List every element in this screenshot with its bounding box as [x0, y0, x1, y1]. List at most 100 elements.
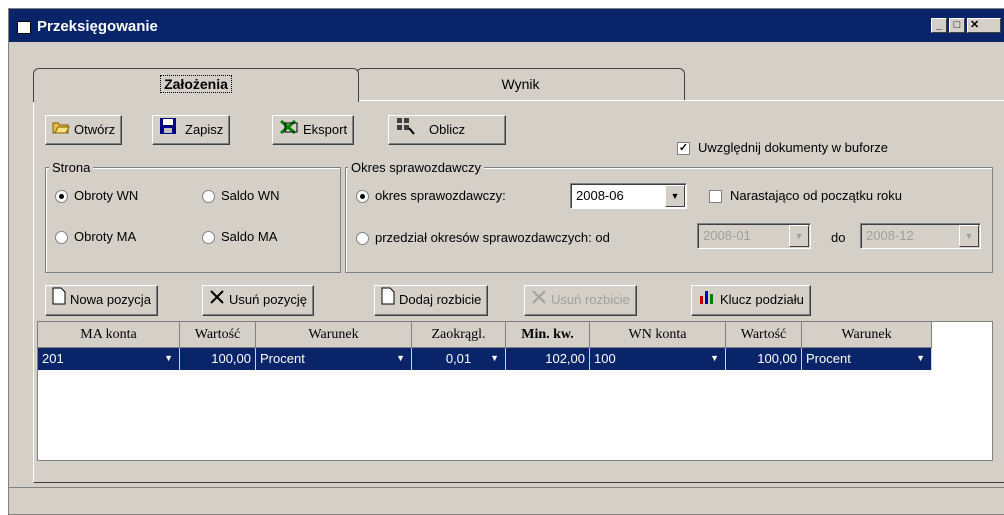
cell-wartosc-wn[interactable]: 100,00	[726, 348, 802, 370]
title-bar: Przeksięgowanie _ □ ✕	[9, 9, 1004, 42]
radio-empty-icon	[202, 231, 215, 245]
radio-obroty-wn-label: Obroty WN	[74, 188, 139, 203]
tab-wynik-label: Wynik	[501, 76, 540, 92]
radio-okres-range-label: przedział okresów sprawozdawczych: od	[375, 230, 610, 245]
save-label: Zapisz	[185, 122, 224, 137]
maximize-button[interactable]: □	[949, 18, 965, 33]
export-label: Eksport	[303, 122, 348, 137]
col-header-wartosc[interactable]: Wartość	[180, 322, 256, 348]
col-header-min-kw[interactable]: Min. kw.	[506, 322, 590, 348]
cell-min-kw[interactable]: 102,00	[506, 348, 590, 370]
strona-legend: Strona	[49, 160, 94, 175]
new-document-icon	[381, 287, 395, 315]
tab-wynik[interactable]: Wynik	[356, 68, 685, 100]
chevron-down-icon[interactable]: ▼	[396, 348, 405, 369]
col-header-warunek-wn[interactable]: Warunek	[802, 322, 932, 348]
floppy-disk-icon	[159, 117, 177, 145]
new-document-icon	[52, 287, 66, 315]
cell-ma-konta-value: 201	[42, 351, 64, 366]
export-icon	[279, 117, 299, 145]
chevron-down-icon[interactable]: ▼	[916, 348, 925, 369]
radio-okres-single[interactable]: okres sprawozdawczy:	[356, 188, 506, 204]
to-label: do	[831, 230, 846, 245]
radio-obroty-wn[interactable]: Obroty WN	[55, 188, 139, 204]
export-button[interactable]: Eksport	[272, 115, 355, 145]
col-header-wn-konta[interactable]: WN konta	[590, 322, 726, 348]
cell-ma-konta[interactable]: 201 ▼	[38, 348, 180, 370]
radio-saldo-ma-label: Saldo MA	[221, 229, 278, 244]
window: Przeksięgowanie _ □ ✕ Założenia Wynik Ot…	[8, 8, 1004, 515]
radio-empty-icon	[202, 190, 215, 204]
radio-obroty-ma[interactable]: Obroty MA	[55, 229, 137, 245]
calculate-button[interactable]: Oblicz	[388, 115, 506, 145]
radio-selected-icon	[55, 190, 68, 204]
radio-empty-icon	[356, 232, 369, 246]
radio-saldo-wn-label: Saldo WN	[221, 188, 280, 203]
split-key-label: Klucz podziału	[720, 292, 804, 307]
checkbox-empty-icon	[709, 190, 722, 204]
cell-warunek-wn-value: Procent	[806, 351, 851, 366]
minimize-button[interactable]: _	[931, 18, 947, 33]
positions-grid[interactable]: MA konta Wartość Warunek Zaokrągl. Min. …	[37, 321, 993, 461]
cell-warunek-value: Procent	[260, 351, 305, 366]
tab-zalozenia[interactable]: Założenia	[33, 68, 359, 102]
radio-saldo-wn[interactable]: Saldo WN	[202, 188, 280, 204]
to-period-select[interactable]: 2008-12 ▼	[860, 223, 981, 249]
folder-open-icon	[52, 117, 70, 145]
col-header-warunek[interactable]: Warunek	[256, 322, 412, 348]
col-header-wartosc-wn[interactable]: Wartość	[726, 322, 802, 348]
chevron-down-icon[interactable]: ▼	[710, 348, 719, 369]
split-key-button[interactable]: Klucz podziału	[691, 285, 811, 316]
cumulative-checkbox[interactable]: Narastająco od początku roku	[709, 188, 902, 204]
window-title: Przeksięgowanie	[37, 18, 158, 35]
to-period-value: 2008-12	[866, 228, 914, 243]
open-label: Otwórz	[74, 122, 116, 137]
chevron-down-icon[interactable]: ▼	[490, 348, 499, 369]
new-position-button[interactable]: Nowa pozycja	[45, 285, 158, 316]
tab-zalozenia-label: Założenia	[160, 75, 232, 93]
new-position-label: Nowa pozycja	[70, 292, 151, 307]
col-header-ma-konta[interactable]: MA konta	[38, 322, 180, 348]
chevron-down-icon[interactable]: ▼	[959, 225, 979, 247]
status-bar	[9, 487, 1004, 509]
include-buffer-label: Uwzględnij dokumenty w buforze	[698, 140, 889, 155]
col-header-zaokragl[interactable]: Zaokrągl.	[412, 322, 506, 348]
strona-group	[45, 167, 341, 273]
include-buffer-checkbox[interactable]: ✓ Uwzględnij dokumenty w buforze	[677, 140, 889, 156]
period-value: 2008-06	[576, 188, 624, 203]
cell-zaokragl[interactable]: 0,01 ▼	[412, 348, 506, 370]
radio-obroty-ma-label: Obroty MA	[74, 229, 137, 244]
bar-chart-icon	[698, 287, 716, 315]
cell-wn-konta[interactable]: 100 ▼	[590, 348, 726, 370]
delete-x-icon	[531, 287, 547, 315]
cell-warunek-wn[interactable]: Procent ▼	[802, 348, 932, 370]
add-split-label: Dodaj rozbicie	[399, 292, 482, 307]
delete-position-label: Usuń pozycję	[229, 292, 308, 307]
chevron-down-icon[interactable]: ▼	[665, 185, 685, 207]
cell-warunek[interactable]: Procent ▼	[256, 348, 412, 370]
from-period-select[interactable]: 2008-01 ▼	[697, 223, 811, 249]
checkbox-checked-icon: ✓	[677, 142, 690, 156]
cell-wn-konta-value: 100	[594, 351, 616, 366]
okres-legend: Okres sprawozdawczy	[348, 160, 485, 175]
period-select[interactable]: 2008-06 ▼	[570, 183, 687, 209]
chevron-down-icon[interactable]: ▼	[164, 348, 173, 369]
add-split-button[interactable]: Dodaj rozbicie	[374, 285, 489, 316]
open-button[interactable]: Otwórz	[45, 115, 123, 145]
radio-empty-icon	[55, 231, 68, 245]
chevron-down-icon[interactable]: ▼	[789, 225, 809, 247]
delete-position-button[interactable]: Usuń pozycję	[202, 285, 315, 316]
calculate-label: Oblicz	[429, 122, 466, 138]
radio-saldo-ma[interactable]: Saldo MA	[202, 229, 278, 245]
window-icon	[17, 21, 31, 34]
radio-okres-range[interactable]: przedział okresów sprawozdawczych: od	[356, 230, 610, 246]
cell-zaokragl-value: 0,01	[445, 351, 472, 366]
radio-selected-icon	[356, 190, 369, 204]
save-button[interactable]: Zapisz	[152, 115, 231, 145]
delete-split-label: Usuń rozbicie	[551, 292, 630, 307]
close-button[interactable]: ✕	[967, 18, 1001, 33]
cell-wartosc[interactable]: 100,00	[180, 348, 256, 370]
delete-split-button[interactable]: Usuń rozbicie	[524, 285, 637, 316]
from-period-value: 2008-01	[703, 228, 751, 243]
calculator-icon	[395, 116, 415, 146]
